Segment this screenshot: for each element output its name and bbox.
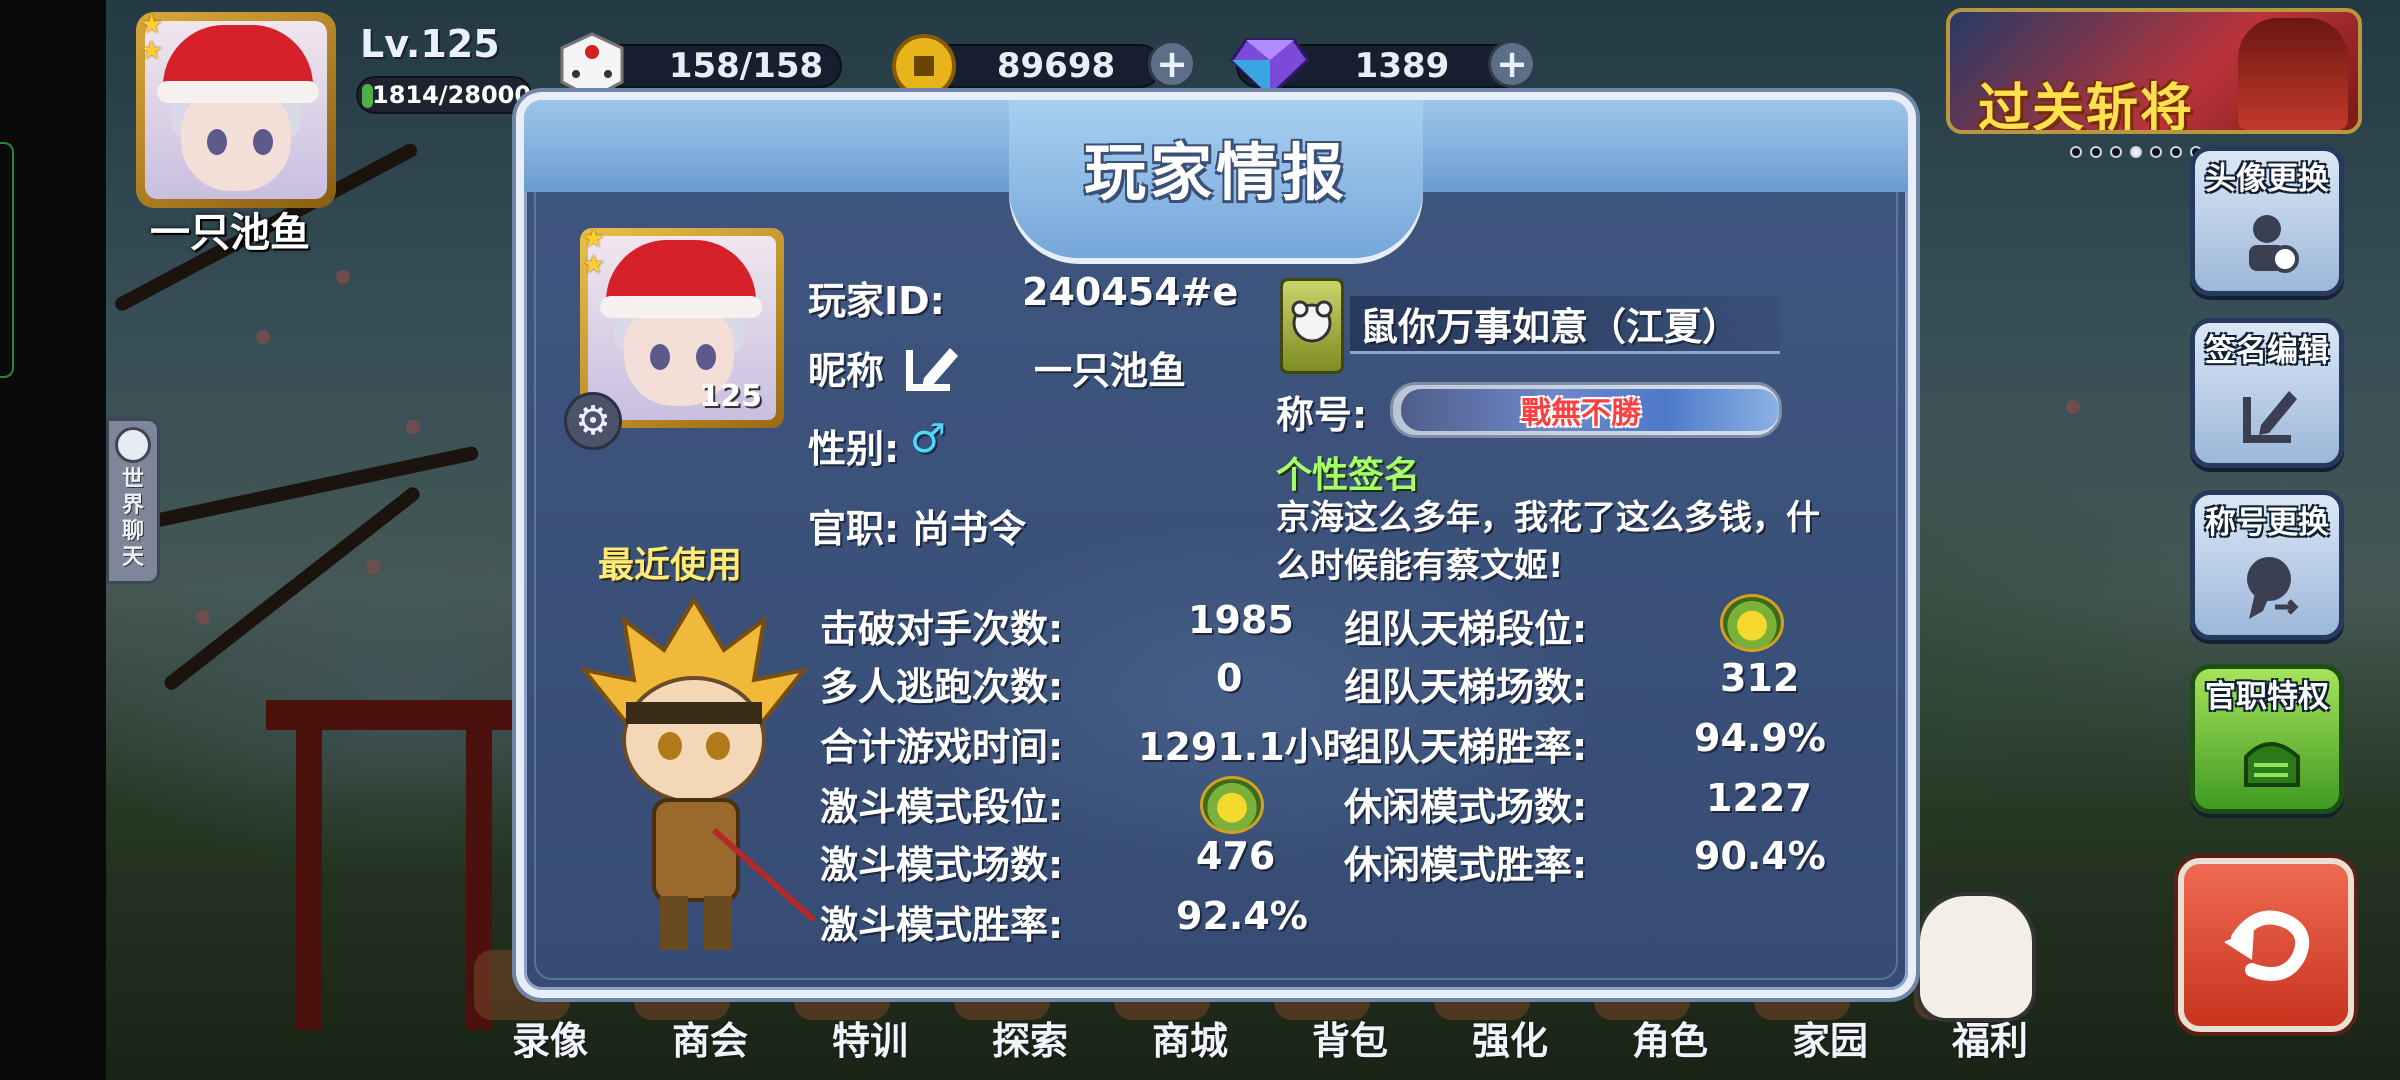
title-label: 称号: xyxy=(1276,393,1368,437)
stat-value: 1227 xyxy=(1706,776,1812,820)
guild-name: 鼠你万事如意（江夏） xyxy=(1360,305,1741,349)
stat-value: 0 xyxy=(1216,656,1243,700)
add-coins-button[interactable]: + xyxy=(1148,40,1196,88)
world-chat-tab[interactable]: 世 界 聊 天 xyxy=(106,418,160,584)
hud-player-avatar[interactable]: ★ ★ xyxy=(136,10,336,208)
change-avatar-button[interactable]: 头像更换 xyxy=(2190,146,2344,296)
gender-label: 性别: xyxy=(808,427,900,471)
edit-icon xyxy=(2243,391,2297,443)
edit-signature-label: 签名编辑 xyxy=(2205,333,2329,369)
menu-explore[interactable]: 探索 xyxy=(950,1010,1110,1065)
rosette-icon xyxy=(2247,557,2299,619)
star-icon: ★ xyxy=(140,36,164,66)
coin-value: 89698 xyxy=(996,46,1116,86)
menu-training[interactable]: 特训 xyxy=(790,1010,950,1065)
player-id-label: 玩家ID: xyxy=(808,279,945,323)
signature-text: 京海这么多年，我花了这么多钱，什么时候能有蔡文姬! xyxy=(1276,498,1820,586)
signature-label: 个性签名 xyxy=(1276,455,1421,496)
edit-nickname-icon[interactable] xyxy=(904,344,964,394)
guild-emblem-icon xyxy=(1280,278,1344,374)
hud-player-name: 一只池鱼 xyxy=(150,210,310,256)
event-banner-title: 过关斩将 xyxy=(1978,79,2195,134)
player-info-panel: 玩家情报 125 ★ ★ ⚙ 玩家ID: 240454#e 昵称 一只池鱼 性别… xyxy=(516,92,1916,998)
office-value: 尚书令 xyxy=(912,507,1027,551)
chat-tab-char: 聊 xyxy=(121,519,144,544)
stat-label: 激斗模式段位: xyxy=(820,785,1064,829)
recent-used-label: 最近使用 xyxy=(598,545,743,586)
stat-label: 组队天梯胜率: xyxy=(1344,725,1588,769)
change-title-label: 称号更换 xyxy=(2205,505,2329,541)
chat-tab-char: 世 xyxy=(121,467,144,492)
office-privilege-label: 官职特权 xyxy=(2205,679,2329,715)
edge-indicator xyxy=(0,142,14,378)
menu-guild[interactable]: 商会 xyxy=(630,1010,790,1065)
stat-value: 1985 xyxy=(1188,598,1294,642)
edit-signature-button[interactable]: 签名编辑 xyxy=(2190,318,2344,468)
menu-shop[interactable]: 商城 xyxy=(1110,1010,1270,1065)
lucky-cat-decoration xyxy=(1916,892,2036,1022)
stat-value: 476 xyxy=(1196,834,1276,878)
menu-home[interactable]: 家园 xyxy=(1750,1010,1910,1065)
menu-characters[interactable]: 角色 xyxy=(1590,1010,1750,1065)
change-avatar-label: 头像更换 xyxy=(2205,161,2329,197)
back-button[interactable] xyxy=(2178,858,2354,1032)
avatar-settings-gear-icon[interactable]: ⚙ xyxy=(564,392,622,450)
stat-label: 激斗模式场数: xyxy=(820,843,1064,887)
bottom-menu: 录像 商会 特训 探索 商城 背包 强化 角色 家园 福利 xyxy=(470,1010,2070,1065)
office-label: 官职: xyxy=(808,507,900,551)
title-badge: 戰無不勝 xyxy=(1390,382,1782,438)
stat-label: 组队天梯段位: xyxy=(1344,607,1588,651)
avatar-swap-icon xyxy=(2249,215,2299,273)
recent-hero-character xyxy=(579,596,817,950)
office-privilege-button[interactable]: 官职特权 xyxy=(2190,664,2344,814)
player-id-value: 240454#e xyxy=(1022,270,1239,314)
general-portrait xyxy=(2238,18,2348,130)
menu-enhance[interactable]: 强化 xyxy=(1430,1010,1590,1065)
nickname-label: 昵称 xyxy=(808,349,885,393)
chat-tab-char: 界 xyxy=(121,493,144,518)
stat-label: 休闲模式场数: xyxy=(1344,785,1588,829)
gem-value: 1389 xyxy=(1354,46,1450,86)
stat-value: 92.4% xyxy=(1176,894,1308,938)
exp-text: 1814/28000 xyxy=(372,81,532,109)
title-badge-text: 戰無不勝 xyxy=(1521,396,1641,431)
stat-label: 多人逃跑次数: xyxy=(820,665,1064,709)
stat-value: 94.9% xyxy=(1694,716,1826,760)
melee-rank-icon xyxy=(1200,776,1264,834)
back-arrow-icon xyxy=(2224,910,2310,981)
panel-title: 玩家情报 xyxy=(1083,136,1348,209)
chat-icon xyxy=(115,427,151,463)
stat-value: 312 xyxy=(1720,656,1800,700)
stat-label: 击破对手次数: xyxy=(820,607,1064,651)
menu-replay[interactable]: 录像 xyxy=(470,1010,630,1065)
star-icon: ★ xyxy=(582,250,606,280)
nickname-value: 一只池鱼 xyxy=(1034,349,1187,393)
stamina-value: 158/158 xyxy=(668,46,824,86)
stat-value: 90.4% xyxy=(1694,834,1826,878)
stat-label: 组队天梯场数: xyxy=(1344,665,1588,709)
team-ladder-rank-icon xyxy=(1720,594,1784,652)
avatar-level-badge: 125 xyxy=(699,379,762,414)
exp-bar: 1814/28000 xyxy=(356,76,532,114)
add-gems-button[interactable]: + xyxy=(1488,40,1536,88)
chat-tab-char: 天 xyxy=(121,545,144,570)
official-hat-icon xyxy=(2244,742,2300,787)
stat-label: 激斗模式胜率: xyxy=(820,903,1064,947)
stat-label: 合计游戏时间: xyxy=(820,725,1064,769)
gender-male-icon: ♂ xyxy=(910,416,946,462)
stat-label: 休闲模式胜率: xyxy=(1344,843,1588,887)
hud-level: Lv.125 xyxy=(360,22,500,66)
change-title-button[interactable]: 称号更换 xyxy=(2190,490,2344,640)
event-banner[interactable]: 过关斩将 xyxy=(1946,8,2362,134)
stat-value: 1291.1小时 xyxy=(1138,725,1361,769)
menu-backpack[interactable]: 背包 xyxy=(1270,1010,1430,1065)
